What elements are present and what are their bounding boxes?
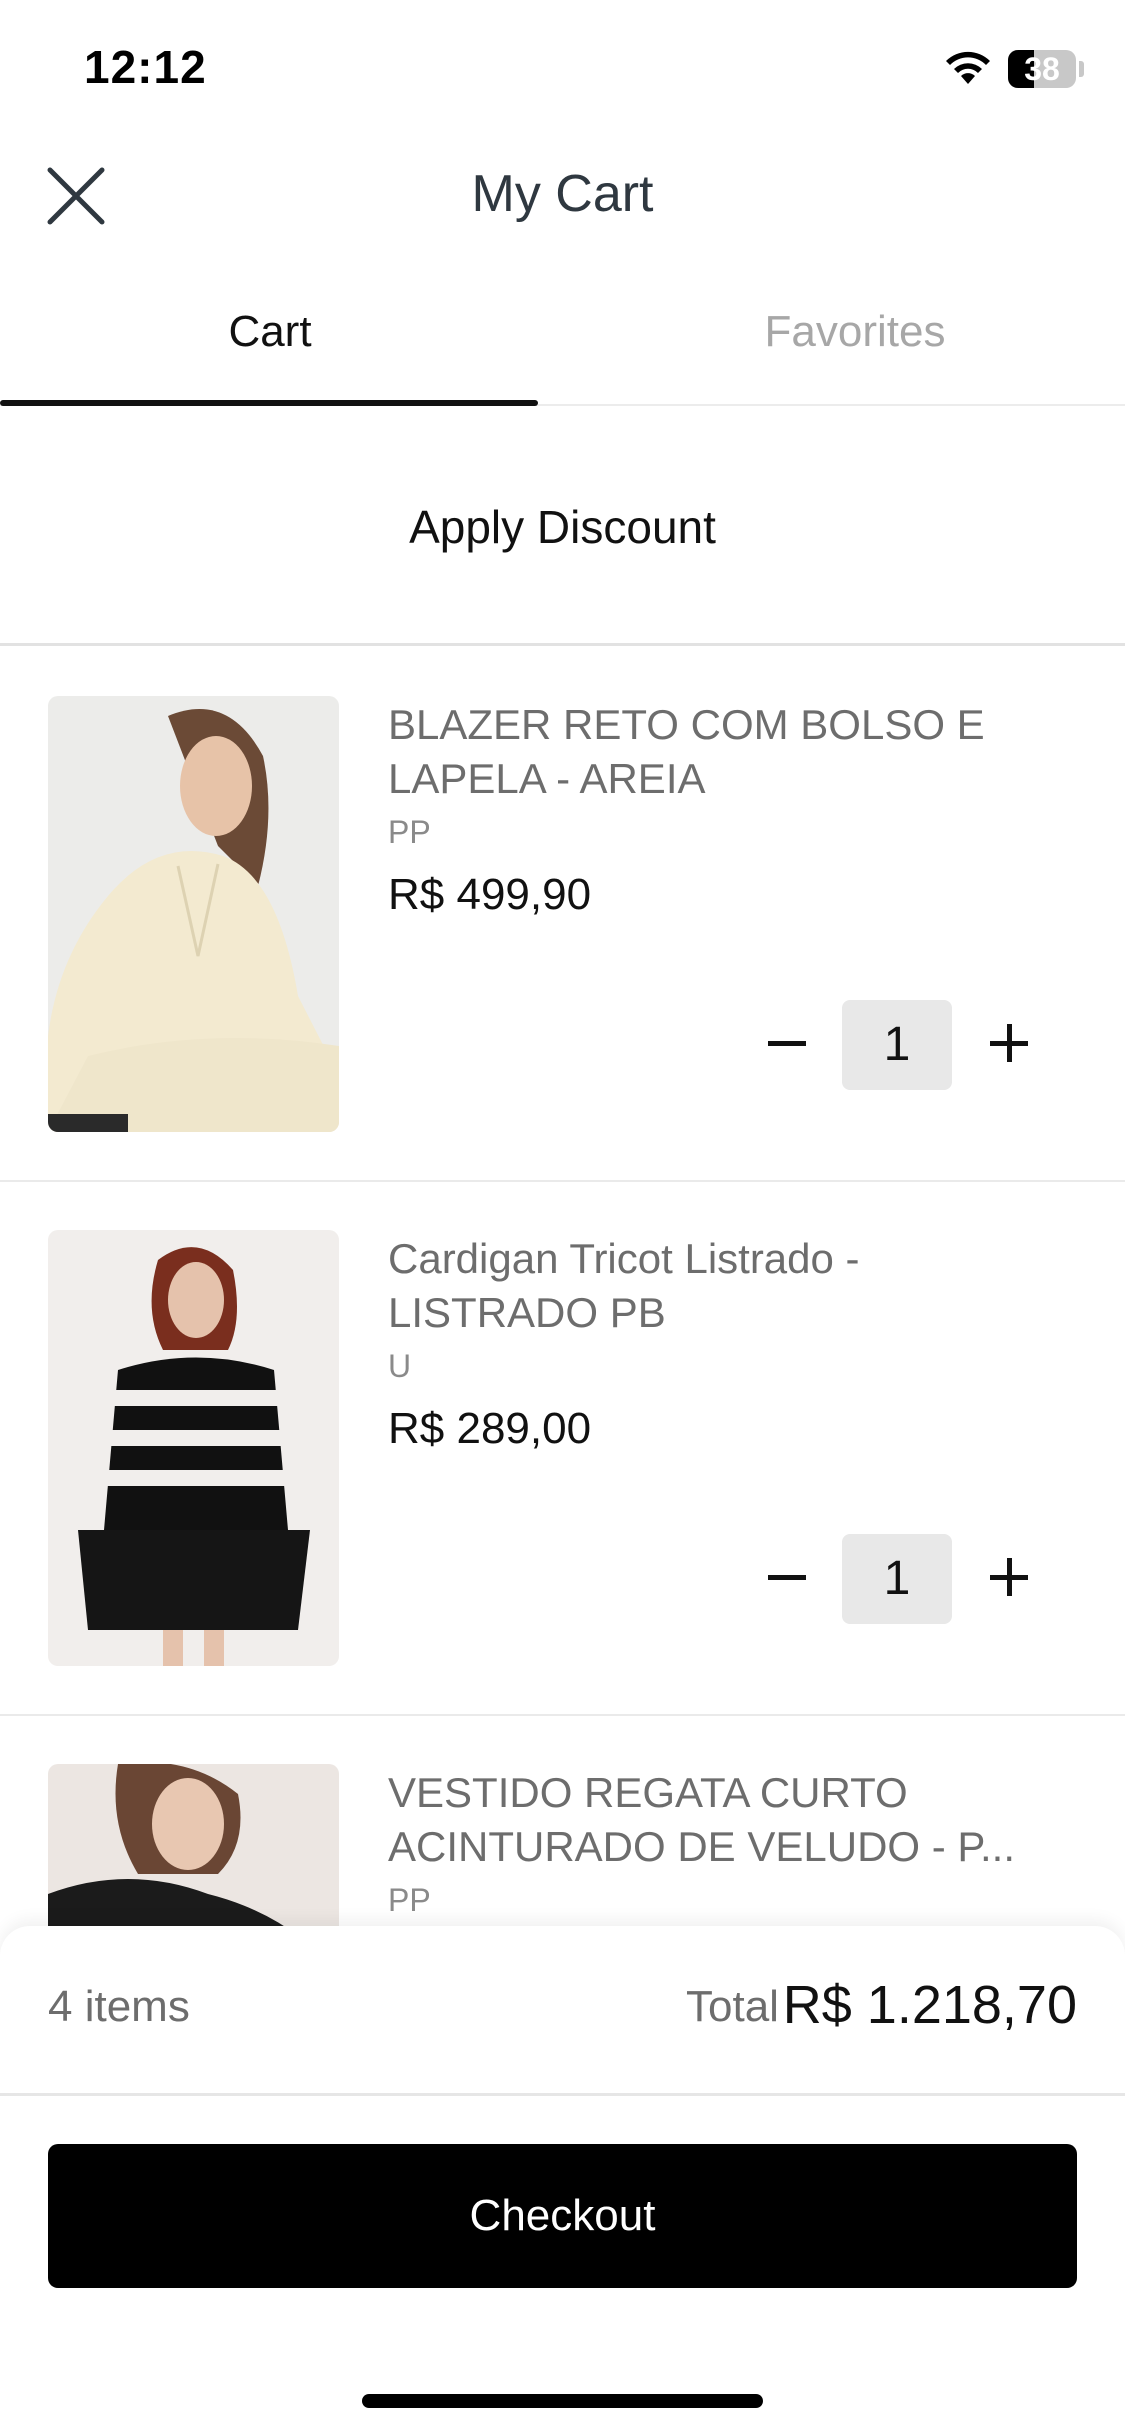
product-size: PP <box>388 1882 431 1918</box>
product-image[interactable] <box>48 696 339 1132</box>
checkout-button[interactable]: Checkout <box>48 2144 1077 2288</box>
apply-discount-button[interactable]: Apply Discount <box>0 408 1125 646</box>
increase-quantity-button[interactable] <box>986 1020 1032 1066</box>
cart-item: BLAZER RETO COM BOLSO E LAPELA - AREIA P… <box>0 648 1125 1182</box>
quantity-value: 1 <box>842 1534 952 1624</box>
product-name: VESTIDO REGATA CURTO ACINTURADO DE VELUD… <box>388 1769 1016 1870</box>
tab-favorites[interactable]: Favorites <box>585 290 1125 406</box>
status-time: 12:12 <box>84 41 207 93</box>
increase-quantity-button[interactable] <box>986 1554 1032 1600</box>
quantity-value: 1 <box>842 1000 952 1090</box>
tab-bar: Cart Favorites <box>0 290 1125 406</box>
product-name: Cardigan Tricot Listrado - LISTRADO PB <box>388 1235 860 1336</box>
product-size: U <box>388 1348 412 1384</box>
product-price: R$ 499,90 <box>388 870 592 919</box>
tab-cart[interactable]: Cart <box>0 290 540 406</box>
page-title: My Cart <box>471 165 654 223</box>
battery-level: 38 <box>1024 51 1060 87</box>
product-name: BLAZER RETO COM BOLSO E LAPELA - AREIA <box>388 701 985 802</box>
total-value: R$ 1.218,70 <box>782 1975 1077 2035</box>
product-size: PP <box>388 814 431 850</box>
battery-icon: 38 <box>1008 50 1076 88</box>
decrease-quantity-button[interactable] <box>764 1554 810 1600</box>
items-count: 4 items <box>48 1982 190 2031</box>
total-label: Total <box>686 1982 779 2031</box>
cart-item: Cardigan Tricot Listrado - LISTRADO PB U… <box>0 1182 1125 1716</box>
battery-cap <box>1079 61 1084 77</box>
status-bar: 12:12 38 <box>0 0 1125 140</box>
decrease-quantity-button[interactable] <box>764 1020 810 1066</box>
product-price: R$ 289,00 <box>388 1404 592 1453</box>
summary-row: 4 items Total R$ 1.218,70 <box>0 1926 1125 2096</box>
cart-summary: 4 items Total R$ 1.218,70 Checkout <box>0 1926 1125 2436</box>
home-indicator[interactable] <box>362 2394 763 2408</box>
product-image[interactable] <box>48 1230 339 1666</box>
wifi-icon <box>946 51 990 84</box>
